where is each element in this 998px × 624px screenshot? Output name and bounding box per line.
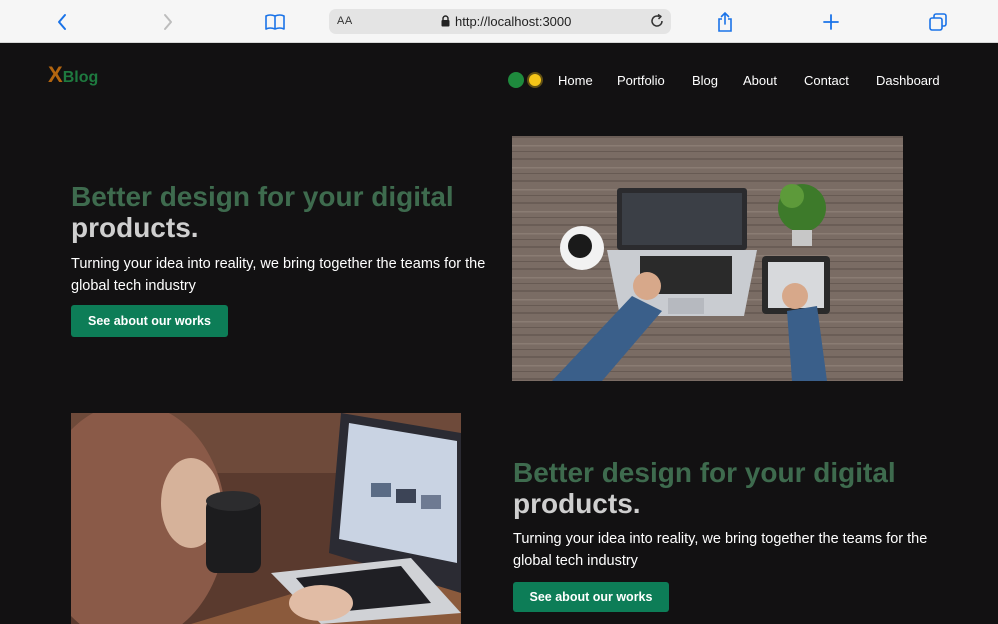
nav-about[interactable]: About: [743, 73, 777, 88]
bookmarks-icon[interactable]: [262, 9, 288, 35]
tabs-overview-icon[interactable]: [925, 9, 951, 35]
forward-icon[interactable]: [155, 9, 181, 35]
hero-title-highlight: Better design for your digital: [71, 181, 454, 212]
nav-portfolio[interactable]: Portfolio: [617, 73, 665, 88]
hero-title-1: Better design for your digital products.: [71, 181, 491, 243]
logo-x: X: [48, 62, 63, 87]
lock-icon: [441, 15, 450, 27]
nav-blog[interactable]: Blog: [692, 73, 718, 88]
hero-image-laptop-desk: [512, 136, 903, 381]
theme-toggle[interactable]: [508, 72, 544, 90]
share-icon[interactable]: [712, 9, 738, 35]
text-size-button[interactable]: AA: [337, 15, 353, 27]
nav-contact[interactable]: Contact: [804, 73, 849, 88]
hero-description-1: Turning your idea into reality, we bring…: [71, 256, 486, 294]
see-works-button-2[interactable]: See about our works: [513, 582, 669, 612]
hero-title-2: Better design for your digital products.: [513, 457, 943, 519]
toggle-knob: [508, 72, 524, 88]
see-works-button-1[interactable]: See about our works: [71, 305, 228, 337]
webpage: XBlog Home Portfolio Blog About Contact …: [0, 44, 998, 624]
back-icon[interactable]: [49, 9, 75, 35]
nav-dashboard[interactable]: Dashboard: [876, 73, 940, 88]
hero-title-highlight: Better design for your digital: [513, 457, 896, 488]
address-bar[interactable]: AA http://localhost:3000: [329, 9, 671, 34]
hero-title-rest: products.: [71, 212, 199, 243]
url-text: http://localhost:3000: [455, 14, 572, 29]
sun-icon: [529, 74, 541, 86]
hero-description-2: Turning your idea into reality, we bring…: [513, 531, 928, 569]
nav-home[interactable]: Home: [558, 73, 593, 88]
browser-toolbar: AA http://localhost:3000: [0, 0, 998, 43]
hero-title-rest: products.: [513, 488, 641, 519]
reload-icon[interactable]: [649, 13, 665, 29]
new-tab-icon[interactable]: [818, 9, 844, 35]
logo-text: Blog: [62, 69, 99, 86]
hero-image-woman-laptop: [71, 413, 461, 624]
site-logo[interactable]: XBlog: [48, 62, 98, 88]
